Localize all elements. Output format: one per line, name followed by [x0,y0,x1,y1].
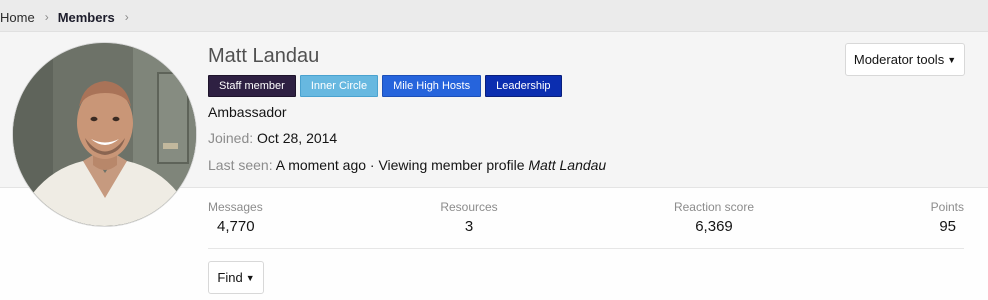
last-seen-target: Matt Landau [528,157,607,173]
stat-messages-label: Messages [208,200,263,214]
find-button[interactable]: Find ▼ [208,261,264,294]
last-seen-label: Last seen: [208,157,273,173]
banner-mile-high-hosts: Mile High Hosts [382,75,482,97]
user-title: Ambassador [208,104,287,120]
stat-reaction-label: Reaction score [673,200,755,214]
joined-label: Joined: [208,130,254,146]
caret-down-icon: ▼ [245,272,255,283]
user-banners: Staff member Inner Circle Mile High Host… [208,75,562,97]
stat-points-label: Points [930,200,964,214]
stat-messages[interactable]: Messages 4,770 [208,200,263,236]
avatar[interactable] [12,42,197,227]
banner-inner-circle: Inner Circle [299,75,379,97]
breadcrumb: Home › Members › [0,8,138,26]
chevron-right-icon: › [44,10,49,24]
banner-leadership: Leadership [485,75,562,97]
stat-reaction-score[interactable]: Reaction score 6,369 [664,200,764,236]
joined-date: Joined: Oct 28, 2014 [208,130,337,146]
stat-reaction-value: 6,369 [695,218,733,235]
divider [208,248,964,249]
joined-value[interactable]: Oct 28, 2014 [257,130,337,146]
stat-resources-label: Resources [440,200,498,214]
moderator-tools-button[interactable]: Moderator tools ▼ [845,43,965,76]
find-label: Find [217,270,243,285]
stat-messages-value: 4,770 [217,218,255,235]
avatar-image [13,43,196,226]
banner-staff-member: Staff member [208,75,296,97]
stat-resources-value: 3 [464,218,474,235]
last-seen-value: A moment ago · Viewing member profile [275,157,525,173]
breadcrumb-members[interactable]: Members [58,10,115,25]
caret-down-icon: ▼ [947,54,957,65]
stat-points[interactable]: Points 95 [912,200,964,236]
last-seen: Last seen: A moment ago · Viewing member… [208,157,606,173]
breadcrumb-home[interactable]: Home [0,10,35,25]
chevron-right-icon: › [124,10,129,24]
member-name: Matt Landau [208,45,320,67]
moderator-tools-label: Moderator tools [853,52,945,67]
stat-points-value: 95 [939,218,956,235]
stat-resources[interactable]: Resources 3 [430,200,508,236]
